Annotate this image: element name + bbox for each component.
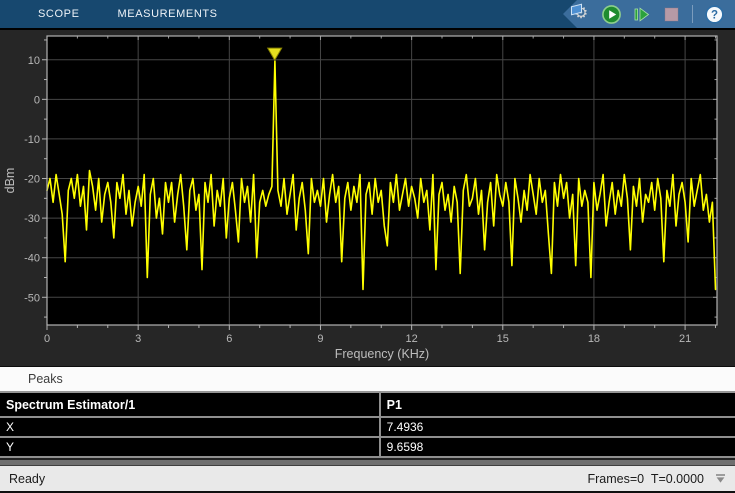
svg-text:dBm: dBm xyxy=(3,168,17,194)
svg-text:-20: -20 xyxy=(24,174,40,186)
run-button[interactable] xyxy=(600,3,622,25)
playback-controls: ⚙ ? xyxy=(563,0,735,28)
svg-text:3: 3 xyxy=(135,333,141,345)
tab-measurements[interactable]: MEASUREMENTS xyxy=(99,0,237,28)
svg-text:-40: -40 xyxy=(24,253,40,265)
svg-text:21: 21 xyxy=(679,333,691,345)
status-bar: Ready Frames=0 T=0.0000 xyxy=(0,466,735,491)
svg-text:0: 0 xyxy=(44,333,50,345)
svg-text:?: ? xyxy=(710,9,717,21)
peaks-row-y-value: 9.6598 xyxy=(379,437,735,458)
simulation-settings-button[interactable]: ⚙ xyxy=(570,3,592,25)
peaks-table-header-p1: P1 xyxy=(379,392,735,418)
peaks-table-header-source: Spectrum Estimator/1 xyxy=(0,392,381,418)
spectrum-analyzer-window: SCOPE MEASUREMENTS ⚙ ? 0 3 6 9 12 15 18 … xyxy=(0,0,735,493)
svg-text:9: 9 xyxy=(317,333,323,345)
spectrum-svg: 0 3 6 9 12 15 18 21 10 0 -10 -20 -30 -40 -50 Frequency … xyxy=(3,35,718,361)
play-circle-icon xyxy=(601,4,621,24)
svg-text:18: 18 xyxy=(588,333,600,345)
peaks-table-row-y: Y 9.6598 xyxy=(0,437,735,458)
peaks-row-x-value: 7.4936 xyxy=(379,417,735,438)
svg-text:0: 0 xyxy=(34,94,40,106)
peaks-panel-header: Peaks xyxy=(0,366,735,391)
help-button[interactable]: ? xyxy=(703,3,725,25)
svg-text:Frequency (KHz): Frequency (KHz) xyxy=(335,347,429,361)
peaks-panel-title: Peaks xyxy=(28,372,63,386)
tab-scope[interactable]: SCOPE xyxy=(19,0,99,28)
toolbar-separator xyxy=(692,5,693,23)
svg-text:-50: -50 xyxy=(24,292,40,304)
step-forward-icon xyxy=(634,6,649,22)
svg-text:6: 6 xyxy=(226,333,232,345)
scope-display[interactable]: 0 3 6 9 12 15 18 21 10 0 -10 -20 -30 -40 -50 Frequency … xyxy=(0,30,735,366)
step-forward-button[interactable] xyxy=(630,3,652,25)
svg-text:-10: -10 xyxy=(24,134,40,146)
frames-time-readout: Frames=0 T=0.0000 xyxy=(587,471,704,486)
toolstrip: SCOPE MEASUREMENTS ⚙ ? xyxy=(0,0,735,28)
panel-splitter[interactable] xyxy=(0,458,735,466)
dock-icon[interactable] xyxy=(714,473,727,484)
svg-text:10: 10 xyxy=(28,55,40,67)
peaks-table-header-row: Spectrum Estimator/1 P1 xyxy=(0,392,735,418)
svg-text:12: 12 xyxy=(406,333,418,345)
stop-square-icon xyxy=(664,7,678,21)
svg-text:-30: -30 xyxy=(24,213,40,225)
svg-text:15: 15 xyxy=(497,333,509,345)
stop-button[interactable] xyxy=(660,3,682,25)
peaks-row-y-label: Y xyxy=(0,437,381,458)
peaks-table: Spectrum Estimator/1 P1 X 7.4936 Y 9.659… xyxy=(0,391,735,458)
peaks-row-x-label: X xyxy=(0,417,381,438)
status-text: Ready xyxy=(9,471,46,486)
peaks-table-row-x: X 7.4936 xyxy=(0,417,735,438)
question-circle-icon: ? xyxy=(704,4,724,24)
